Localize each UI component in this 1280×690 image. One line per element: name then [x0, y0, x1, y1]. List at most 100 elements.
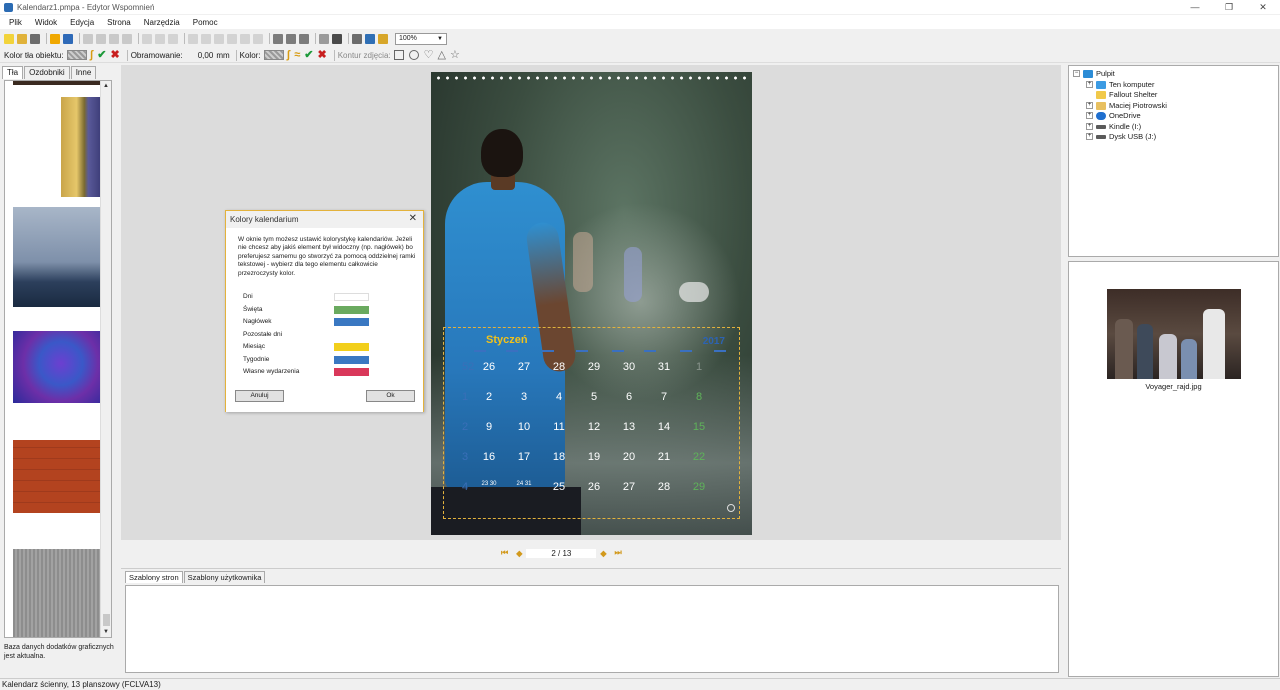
calendar-day[interactable]: 6 — [614, 391, 644, 403]
clear-x-icon[interactable]: ✖ — [317, 50, 326, 61]
border-style-icon[interactable]: ≈ — [294, 50, 300, 61]
tab-backgrounds[interactable]: Tła — [2, 66, 24, 79]
triangle-shape-icon[interactable]: △ — [438, 50, 446, 61]
align-center-icon[interactable] — [201, 33, 211, 44]
calendar-day[interactable]: 1 — [684, 361, 714, 373]
calendar-day[interactable]: 3 — [509, 391, 539, 403]
square-shape-icon[interactable] — [393, 50, 404, 60]
rotate-handle-icon[interactable] — [727, 504, 735, 512]
border-color-swatch[interactable] — [263, 50, 284, 60]
undo-icon[interactable] — [83, 33, 93, 44]
menu-pomoc[interactable]: Pomoc — [193, 18, 218, 27]
color-swatch[interactable] — [334, 293, 369, 301]
menu-narzedzia[interactable]: Narzędzia — [144, 18, 180, 27]
send-back-icon[interactable] — [253, 33, 263, 44]
export-icon[interactable] — [63, 33, 73, 44]
align-bottom-icon[interactable] — [168, 33, 178, 44]
tab-ornaments[interactable]: Ozdobniki — [24, 66, 70, 79]
calendar-day[interactable]: 24 31 — [509, 481, 539, 488]
last-page-button[interactable]: ⏭ — [615, 548, 622, 558]
calendar-day[interactable]: 12 — [579, 421, 609, 433]
calendar-day[interactable]: 16 — [474, 451, 504, 463]
expand-icon[interactable]: + — [1086, 123, 1093, 130]
background-thumbnail[interactable] — [13, 81, 100, 85]
calendar-day[interactable]: 19 — [579, 451, 609, 463]
first-page-icon[interactable] — [109, 33, 119, 44]
color-swatch[interactable] — [334, 343, 369, 351]
calendar-day[interactable]: 26 — [474, 361, 504, 373]
background-thumbnail[interactable] — [13, 440, 100, 513]
calendar-day[interactable]: 13 — [614, 421, 644, 433]
insert-text-icon[interactable] — [286, 33, 296, 44]
menu-widok[interactable]: Widok — [35, 18, 57, 27]
tree-item-user[interactable]: + Maciej Piotrowski — [1086, 101, 1167, 110]
border-value-input[interactable]: 0,00 — [198, 51, 214, 60]
calendar-day[interactable]: 17 — [509, 451, 539, 463]
background-thumbnail[interactable] — [13, 331, 100, 403]
color-swatch[interactable] — [334, 368, 369, 376]
calendar-day[interactable]: 15 — [684, 421, 714, 433]
scroll-down-icon[interactable]: ▼ — [103, 629, 109, 635]
expand-icon[interactable]: + — [1086, 81, 1093, 88]
thumbnail-scrollbar[interactable]: ▲ ▼ — [100, 81, 111, 637]
scroll-up-icon[interactable]: ▲ — [103, 83, 109, 89]
users-icon[interactable] — [332, 33, 342, 44]
tree-item-onedrive[interactable]: + OneDrive — [1086, 111, 1141, 120]
tree-item-computer[interactable]: + Ten komputer — [1086, 80, 1154, 89]
gallery-icon[interactable] — [378, 33, 388, 44]
new-file-icon[interactable] — [4, 33, 14, 44]
insert-image-icon[interactable] — [273, 33, 283, 44]
calendar-day[interactable]: 27 — [614, 481, 644, 493]
print-icon[interactable] — [50, 33, 60, 44]
align-middle-icon[interactable] — [155, 33, 165, 44]
ok-button[interactable]: Ok — [366, 390, 415, 402]
align-left-icon[interactable] — [188, 33, 198, 44]
align-right-icon[interactable] — [214, 33, 224, 44]
preview-image[interactable] — [1107, 289, 1241, 379]
tree-item-desktop[interactable]: − Pulpit — [1073, 69, 1115, 78]
circle-shape-icon[interactable] — [408, 50, 419, 60]
cancel-button[interactable]: Anuluj — [235, 390, 284, 402]
menu-strona[interactable]: Strona — [107, 18, 131, 27]
calendar-grid-frame[interactable]: Styczeń 2017 52 26 27 28 29 30 31 1 1 2 3 4 5 6 7 8 2 9 10… — [443, 327, 740, 519]
background-thumbnail[interactable] — [13, 207, 100, 307]
edit-icon[interactable] — [319, 33, 329, 44]
save-icon[interactable] — [30, 33, 40, 44]
zoom-select[interactable]: 100% ▼ — [395, 32, 447, 45]
clear-x-icon[interactable]: ✖ — [110, 50, 119, 61]
calendar-day[interactable]: 29 — [684, 481, 714, 493]
tree-item-kindle[interactable]: + Kindle (I:) — [1086, 122, 1141, 131]
bring-front-icon[interactable] — [240, 33, 250, 44]
close-icon[interactable]: ✕ — [409, 213, 417, 224]
page-counter[interactable]: 2 / 13 — [526, 548, 597, 558]
calendar-day[interactable]: 28 — [649, 481, 679, 493]
menu-edycja[interactable]: Edycja — [70, 18, 94, 27]
calendar-day[interactable]: 14 — [649, 421, 679, 433]
restore-button[interactable]: ❐ — [1212, 0, 1246, 14]
menu-plik[interactable]: Plik — [9, 18, 22, 27]
last-page-icon[interactable] — [122, 33, 132, 44]
prev-page-button[interactable]: ◆ — [516, 549, 522, 558]
open-folder-icon[interactable] — [17, 33, 27, 44]
eyedropper-icon[interactable]: ʃ — [287, 50, 291, 61]
redo-icon[interactable] — [96, 33, 106, 44]
preview-icon[interactable] — [365, 33, 375, 44]
expand-icon[interactable]: + — [1086, 112, 1093, 119]
calendar-day[interactable]: 22 — [684, 451, 714, 463]
color-swatch[interactable] — [334, 318, 369, 326]
calendar-day[interactable]: 31 — [649, 361, 679, 373]
scroll-thumb[interactable] — [103, 614, 110, 626]
calendar-page[interactable]: Styczeń 2017 52 26 27 28 29 30 31 1 1 2 3 4 5 6 7 8 2 9 10… — [431, 72, 752, 535]
tree-item-usb[interactable]: + Dysk USB (J:) — [1086, 132, 1156, 141]
calendar-day[interactable]: 9 — [474, 421, 504, 433]
calendar-day[interactable]: 30 — [614, 361, 644, 373]
calendar-day[interactable]: 28 — [544, 361, 574, 373]
align-top-icon[interactable] — [142, 33, 152, 44]
color-swatch[interactable] — [334, 305, 369, 314]
expand-icon[interactable]: + — [1086, 133, 1093, 140]
page-setup-icon[interactable] — [352, 33, 362, 44]
confirm-check-icon[interactable]: ✔ — [97, 50, 106, 61]
calendar-day[interactable]: 23 30 — [474, 481, 504, 488]
background-thumbnail[interactable] — [13, 549, 100, 637]
calendar-day[interactable]: 18 — [544, 451, 574, 463]
